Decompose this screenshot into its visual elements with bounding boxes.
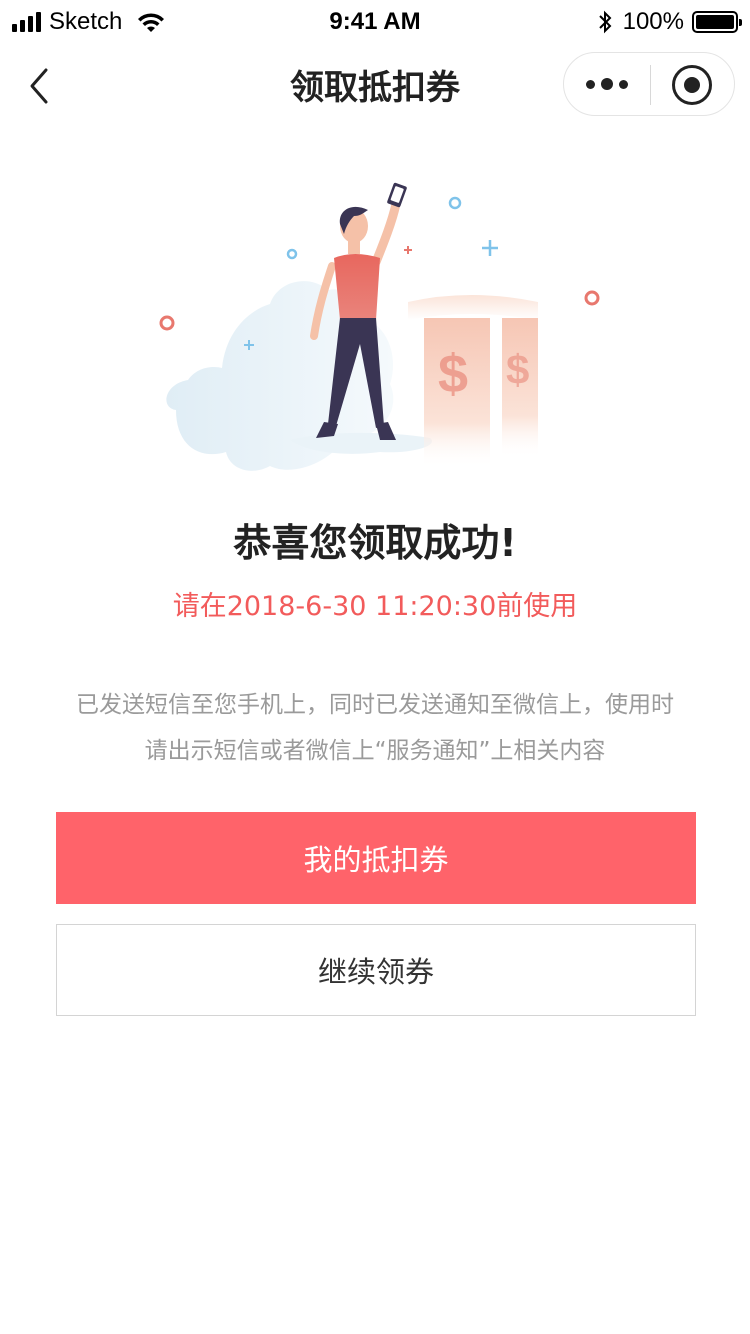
notice-line: 已发送短信至您手机上，同时已发送通知至微信上，使用时 <box>76 692 674 718</box>
notice-line: 请出示短信或者微信上“服务通知”上相关内容 <box>144 738 606 764</box>
mini-program-capsule <box>563 52 735 116</box>
expire-time-text: 请在2018-6-30 11:20:30前使用 <box>172 591 578 622</box>
decor-circle <box>159 315 175 331</box>
bill-top-icon <box>408 295 538 320</box>
dollar-symbol: $ <box>506 346 529 393</box>
page: Sketch 9:41 AM 100% 领取抵扣券 $ $ 恭喜您领取成功! 请… <box>0 0 750 1334</box>
bluetooth-icon <box>598 10 612 34</box>
more-dot-icon <box>601 78 613 90</box>
success-title: 恭喜您领取成功! <box>233 521 517 565</box>
more-dot-icon <box>619 79 628 89</box>
decor-plus <box>482 240 498 256</box>
status-right: 100% <box>597 8 742 36</box>
decor-circle <box>286 248 298 260</box>
decor-circle <box>448 196 462 210</box>
nav-bar: 领取抵扣券 <box>0 48 750 124</box>
capsule-divider <box>650 65 651 105</box>
notice-text: 已发送短信至您手机上，同时已发送通知至微信上，使用时 请出示短信或者微信上“服务… <box>60 682 690 774</box>
dollar-symbol: $ <box>438 344 468 404</box>
close-mini-program-button[interactable] <box>672 65 712 105</box>
battery-icon <box>692 11 742 33</box>
decor-circle <box>584 290 600 306</box>
battery-percent: 100% <box>622 8 684 35</box>
my-coupons-button[interactable]: 我的抵扣券 <box>56 812 696 904</box>
more-dot-icon <box>586 79 595 89</box>
success-illustration: $ $ <box>159 182 600 471</box>
decor-plus <box>404 246 412 254</box>
continue-claim-button[interactable]: 继续领券 <box>56 924 696 1016</box>
status-bar: Sketch 9:41 AM 100% <box>0 0 750 48</box>
more-button[interactable] <box>564 53 650 115</box>
